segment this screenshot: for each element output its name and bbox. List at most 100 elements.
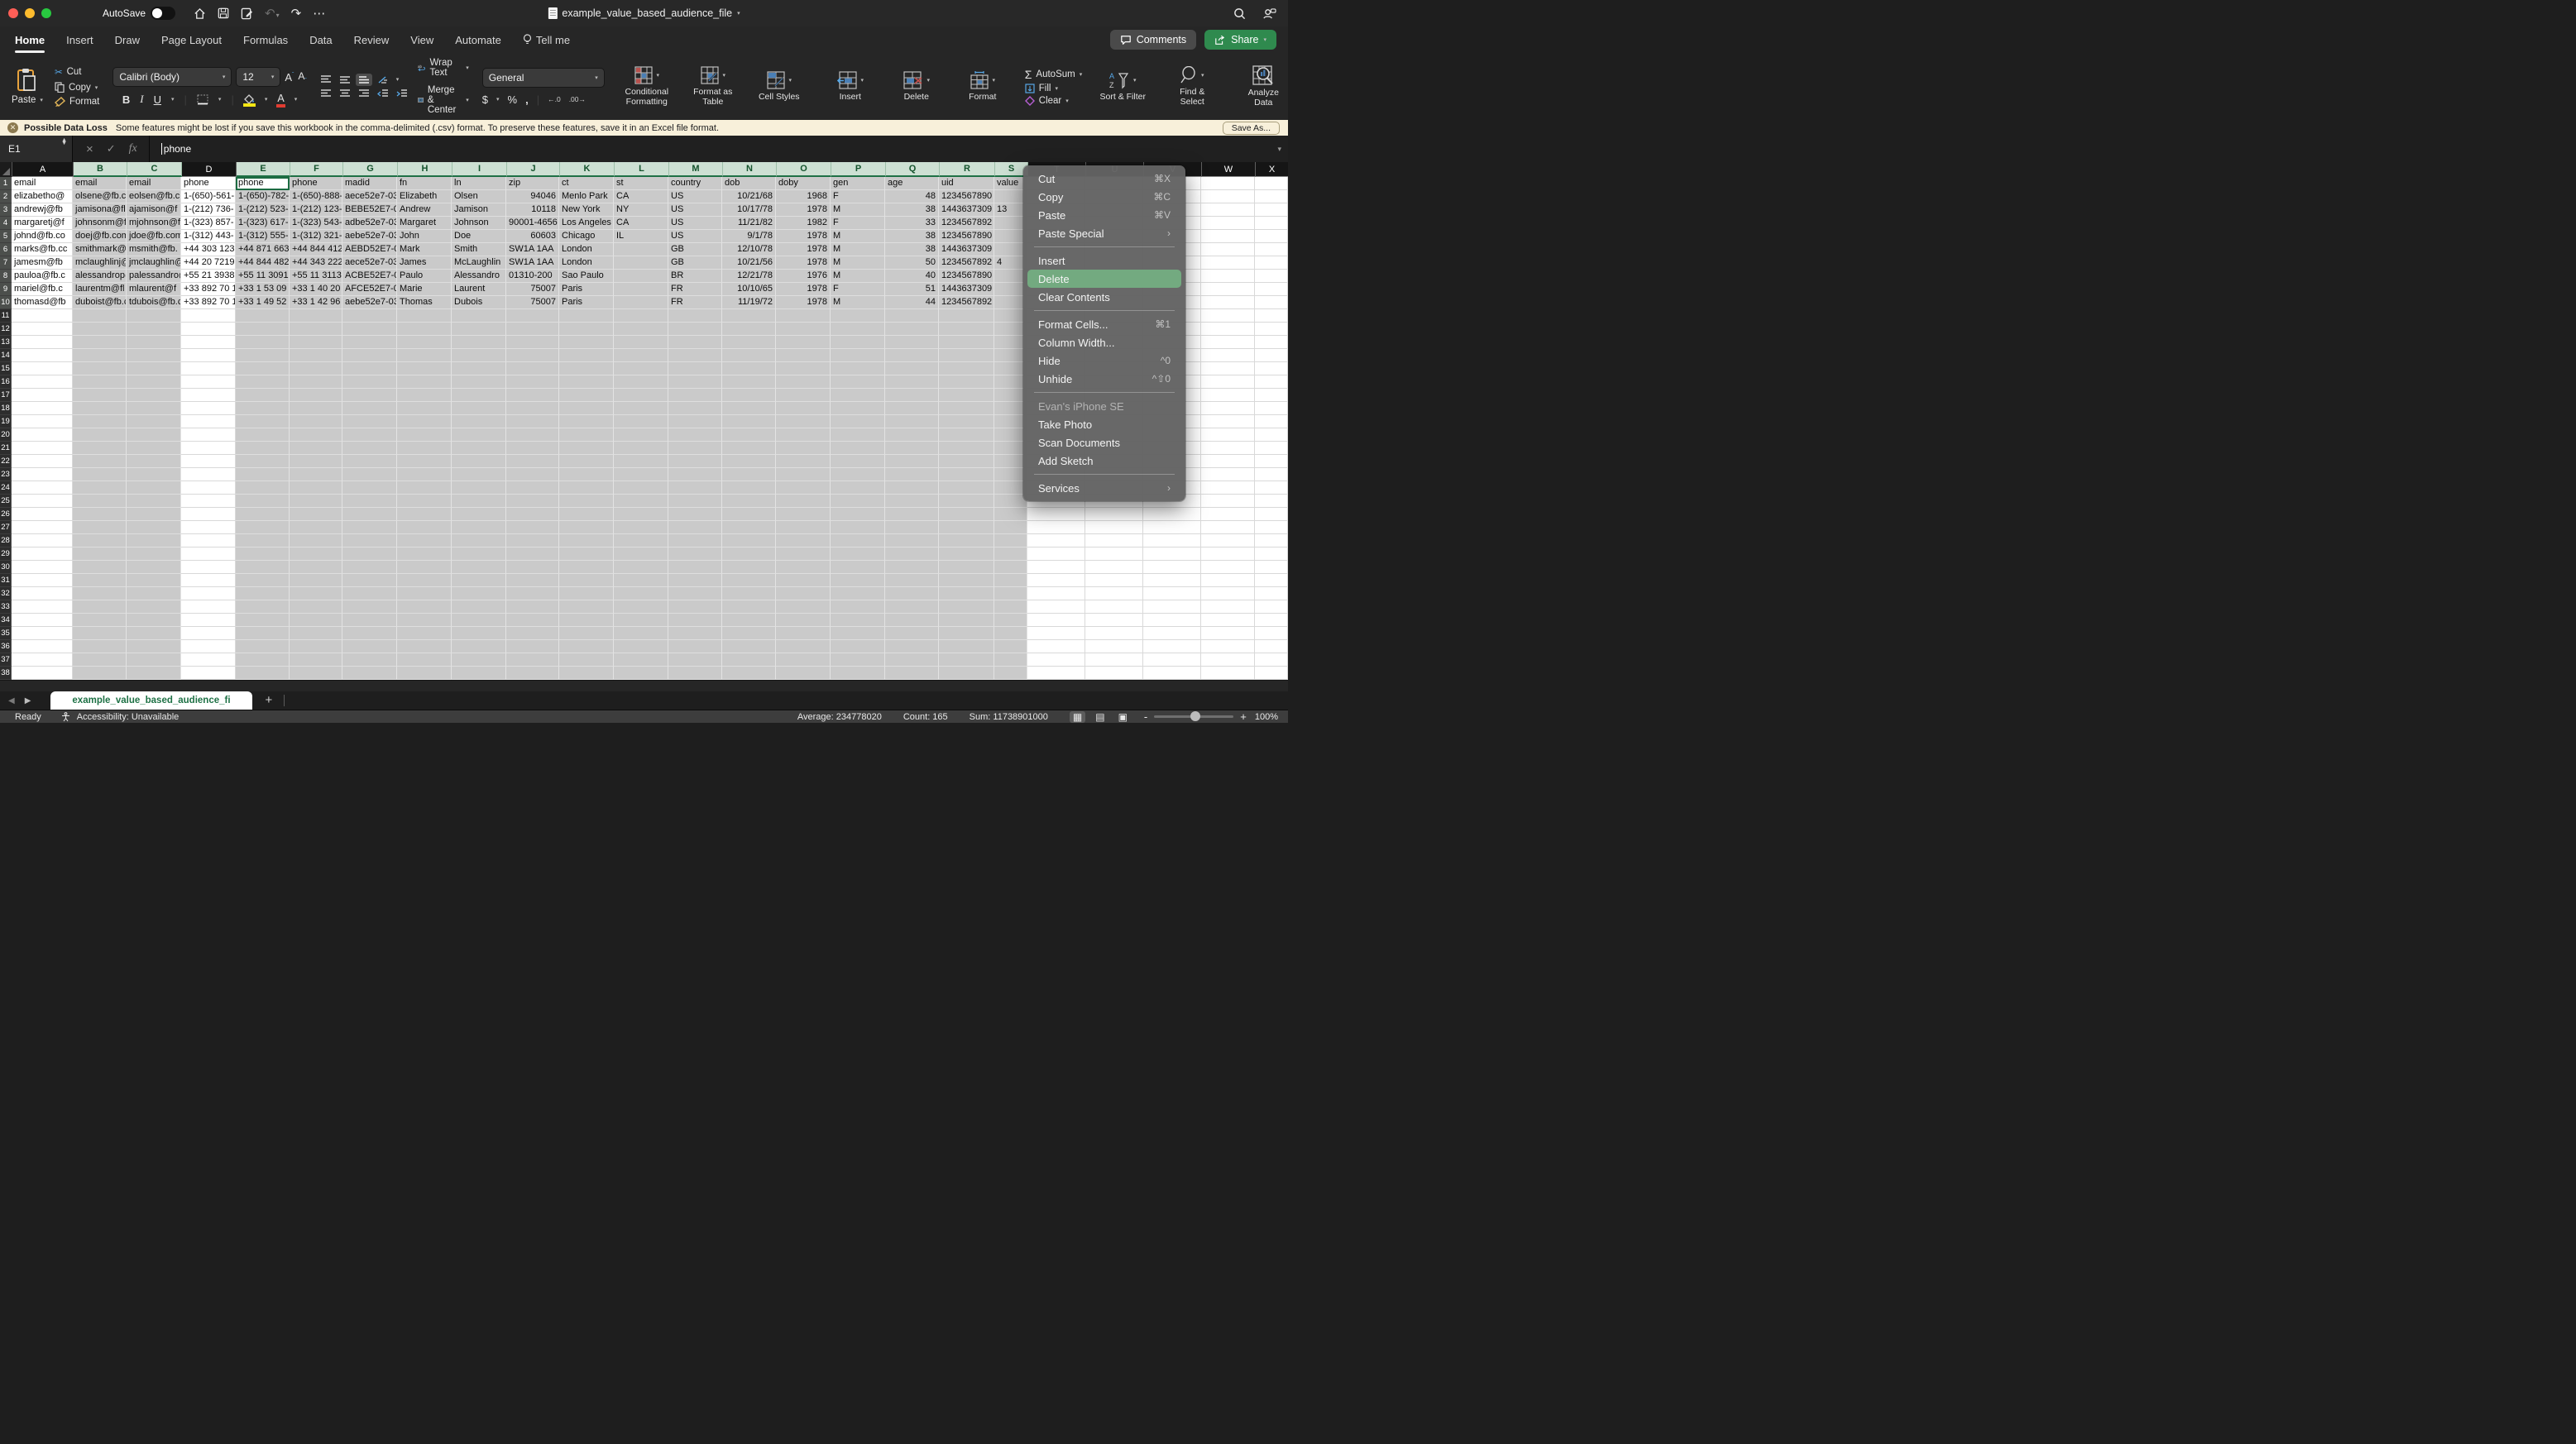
cell-R35[interactable] — [939, 627, 994, 640]
cell-V37[interactable] — [1143, 653, 1201, 667]
cell-J7[interactable]: SW1A 1AA — [506, 256, 559, 270]
cell-C6[interactable]: msmith@fb. — [127, 243, 181, 256]
cell-G5[interactable]: aebe52e7-03 — [342, 230, 397, 243]
cell-C11[interactable] — [127, 309, 181, 323]
insert-cells-button[interactable]: ▾ Insert — [821, 68, 879, 105]
cell-U38[interactable] — [1085, 667, 1143, 680]
cell-J23[interactable] — [506, 468, 559, 481]
cell-E16[interactable] — [236, 375, 290, 389]
cell-A2[interactable]: elizabetho@ — [12, 190, 73, 203]
cell-Q26[interactable] — [885, 508, 939, 521]
cell-P1[interactable]: gen — [831, 177, 885, 190]
menu-item-hide[interactable]: Hide^0 — [1027, 351, 1181, 370]
cell-X13[interactable] — [1255, 336, 1288, 349]
cell-I34[interactable] — [452, 614, 506, 627]
cell-Q15[interactable] — [885, 362, 939, 375]
cell-L18[interactable] — [614, 402, 668, 415]
cell-M31[interactable] — [668, 574, 722, 587]
column-header-G[interactable]: G — [343, 162, 398, 177]
cell-G7[interactable]: aece52e7-03 — [342, 256, 397, 270]
row-header-8[interactable]: 8 — [0, 270, 12, 283]
font-color-dropdown-icon[interactable]: ▾ — [294, 96, 298, 103]
format-cells-dropdown-icon[interactable]: ▾ — [993, 77, 996, 84]
cell-N19[interactable] — [722, 415, 776, 428]
tab-review[interactable]: Review — [354, 29, 390, 51]
accessibility-status[interactable]: Accessibility: Unavailable — [77, 712, 180, 722]
cell-K1[interactable]: ct — [559, 177, 614, 190]
cell-M35[interactable] — [668, 627, 722, 640]
cell-I5[interactable]: Doe — [452, 230, 506, 243]
cell-D24[interactable] — [181, 481, 236, 495]
cell-C9[interactable]: mlaurent@f — [127, 283, 181, 296]
cell-W27[interactable] — [1201, 521, 1255, 534]
cell-G26[interactable] — [342, 508, 397, 521]
cell-O35[interactable] — [776, 627, 831, 640]
cell-E23[interactable] — [236, 468, 290, 481]
cell-M18[interactable] — [668, 402, 722, 415]
analyze-data-button[interactable]: Analyze Data — [1234, 62, 1292, 111]
column-header-O[interactable]: O — [777, 162, 831, 177]
cell-P29[interactable] — [831, 547, 885, 561]
menu-item-format-cells[interactable]: Format Cells...⌘1 — [1027, 315, 1181, 333]
cell-K5[interactable]: Chicago — [559, 230, 614, 243]
cell-C17[interactable] — [127, 389, 181, 402]
add-sheet-button[interactable]: + — [266, 693, 273, 707]
cell-L29[interactable] — [614, 547, 668, 561]
row-header-12[interactable]: 12 — [0, 323, 12, 336]
cell-C16[interactable] — [127, 375, 181, 389]
cell-F10[interactable]: +33 1 42 96 7 — [290, 296, 342, 309]
cell-S20[interactable] — [994, 428, 1027, 442]
cell-G16[interactable] — [342, 375, 397, 389]
cell-P18[interactable] — [831, 402, 885, 415]
cell-B5[interactable]: doej@fb.com — [73, 230, 127, 243]
cell-C5[interactable]: jdoe@fb.com — [127, 230, 181, 243]
format-cells-button[interactable]: ▾ Format — [954, 68, 1012, 105]
cell-J3[interactable]: 10118 — [506, 203, 559, 217]
cell-H23[interactable] — [397, 468, 452, 481]
cell-R9[interactable]: 1443637309 — [939, 283, 994, 296]
cell-W15[interactable] — [1201, 362, 1255, 375]
row-header-35[interactable]: 35 — [0, 627, 12, 640]
cell-J25[interactable] — [506, 495, 559, 508]
cell-L19[interactable] — [614, 415, 668, 428]
cell-F38[interactable] — [290, 667, 342, 680]
cell-S22[interactable] — [994, 455, 1027, 468]
cell-C35[interactable] — [127, 627, 181, 640]
cell-M37[interactable] — [668, 653, 722, 667]
cell-W1[interactable] — [1201, 177, 1255, 190]
cell-M21[interactable] — [668, 442, 722, 455]
cell-K12[interactable] — [559, 323, 614, 336]
cell-K33[interactable] — [559, 600, 614, 614]
cell-X5[interactable] — [1255, 230, 1288, 243]
redo-button[interactable]: ↷ — [291, 7, 302, 20]
cell-M14[interactable] — [668, 349, 722, 362]
bold-button[interactable]: B — [122, 93, 130, 106]
cell-A35[interactable] — [12, 627, 73, 640]
cell-O15[interactable] — [776, 362, 831, 375]
column-header-J[interactable]: J — [507, 162, 560, 177]
cell-G13[interactable] — [342, 336, 397, 349]
cell-W8[interactable] — [1201, 270, 1255, 283]
cell-G21[interactable] — [342, 442, 397, 455]
cell-D34[interactable] — [181, 614, 236, 627]
cell-J18[interactable] — [506, 402, 559, 415]
cell-E24[interactable] — [236, 481, 290, 495]
share-dropdown-icon[interactable]: ▾ — [1263, 36, 1266, 43]
cell-R33[interactable] — [939, 600, 994, 614]
cell-H10[interactable]: Thomas — [397, 296, 452, 309]
tab-home[interactable]: Home — [15, 29, 45, 51]
cell-H21[interactable] — [397, 442, 452, 455]
cell-A19[interactable] — [12, 415, 73, 428]
cell-W24[interactable] — [1201, 481, 1255, 495]
cell-W28[interactable] — [1201, 534, 1255, 547]
cell-R1[interactable]: uid — [939, 177, 994, 190]
cell-E2[interactable]: 1-(650)-782- — [236, 190, 290, 203]
sort-filter-dropdown-icon[interactable]: ▾ — [1133, 77, 1137, 84]
cell-G23[interactable] — [342, 468, 397, 481]
cell-R17[interactable] — [939, 389, 994, 402]
cell-P15[interactable] — [831, 362, 885, 375]
cell-N28[interactable] — [722, 534, 776, 547]
cell-D33[interactable] — [181, 600, 236, 614]
cell-E11[interactable] — [236, 309, 290, 323]
cell-R3[interactable]: 1443637309 — [939, 203, 994, 217]
